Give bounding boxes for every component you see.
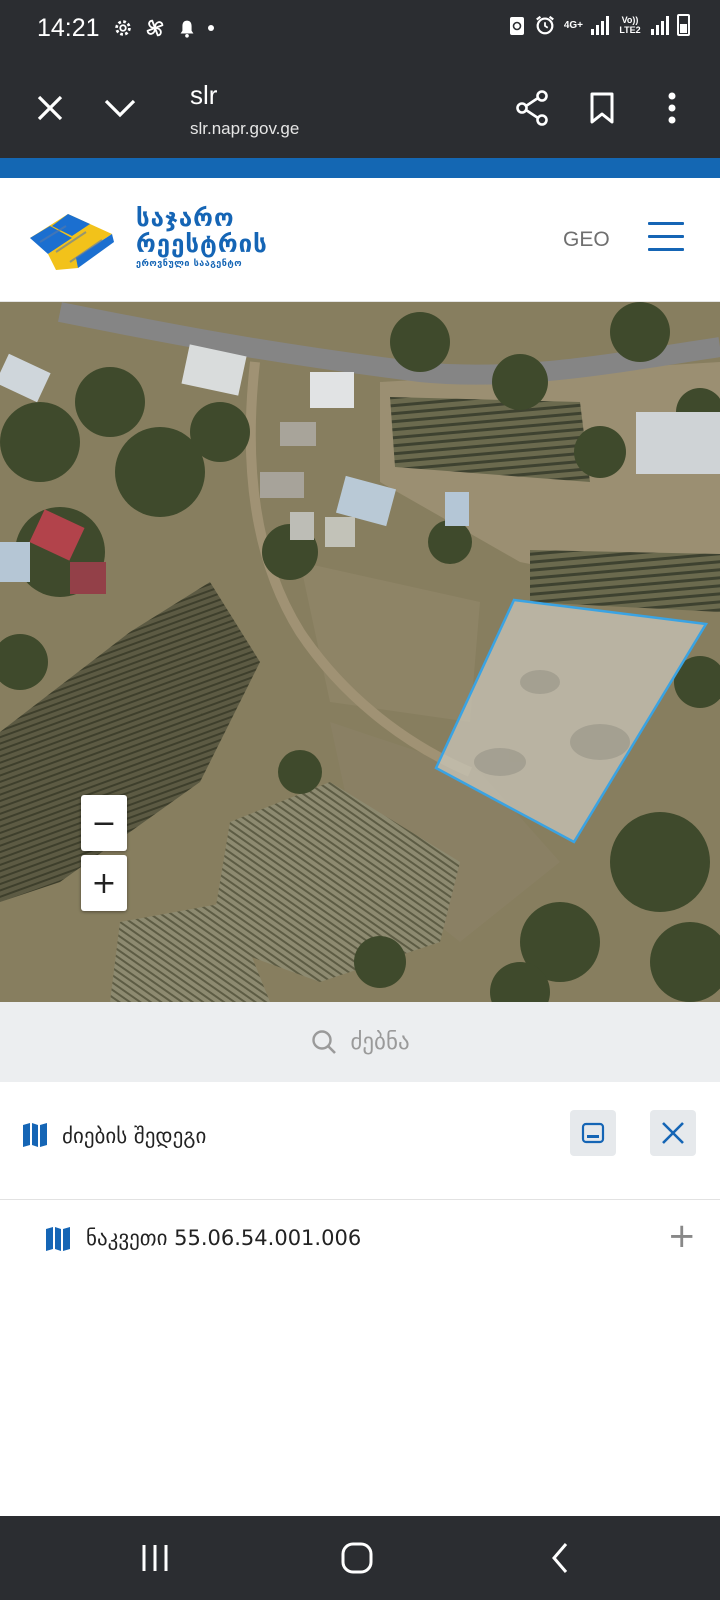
carrier-label: Vo)) LTE2	[619, 15, 641, 35]
map-icon	[46, 1227, 70, 1251]
napr-logo[interactable]	[26, 208, 116, 278]
result-item[interactable]: ნაკვეთი 55.06.54.001.006 +	[8, 1200, 712, 1280]
home-button[interactable]	[332, 1536, 382, 1580]
results-title: ძიების შედეგი	[62, 1124, 207, 1148]
status-system-icons: 4G+ Vo)) LTE2	[508, 14, 690, 36]
recycle-icon	[509, 17, 524, 35]
site-header: საჯარო რეესტრის ეროვნული სააგენტო GEO	[0, 178, 720, 302]
add-result-button[interactable]: +	[668, 1216, 697, 1256]
search-label: ძებნა	[350, 1029, 410, 1055]
close-icon	[37, 95, 63, 121]
logo-text: საჯარო რეესტრის ეროვნული სააგენტო	[136, 206, 268, 269]
bookmark-button[interactable]	[580, 86, 624, 130]
zoom-in-button[interactable]: +	[81, 855, 127, 911]
menu-line-icon	[648, 235, 684, 238]
more-options-button[interactable]	[650, 86, 694, 130]
battery-icon	[677, 14, 690, 36]
close-icon	[662, 1122, 684, 1144]
logo-line-1: საჯარო	[136, 204, 235, 232]
status-notification-icons	[112, 16, 214, 40]
logo-line-3: ეროვნული სააგენტო	[136, 259, 243, 269]
bell-icon	[180, 20, 194, 38]
home-icon	[341, 1542, 373, 1574]
alarm-icon	[535, 15, 554, 35]
recent-apps-icon	[142, 1545, 168, 1571]
network-type: 4G+	[563, 19, 583, 31]
page-title: slr	[190, 80, 218, 110]
more-vert-icon	[668, 92, 676, 124]
language-switch[interactable]: GEO	[563, 228, 610, 252]
page-url[interactable]: slr.napr.gov.ge	[190, 119, 299, 139]
close-button[interactable]	[30, 88, 70, 128]
notification-dot-icon	[208, 25, 214, 31]
close-panel-button[interactable]	[650, 1110, 696, 1156]
share-icon	[516, 90, 548, 126]
back-button[interactable]	[535, 1536, 585, 1580]
collapse-button[interactable]	[98, 88, 142, 128]
settings-icon	[115, 20, 131, 36]
back-icon	[552, 1543, 568, 1573]
minimize-icon	[581, 1122, 605, 1144]
signal-icon	[591, 15, 609, 35]
menu-button[interactable]	[648, 222, 684, 252]
search-icon	[312, 1030, 337, 1054]
pinwheel-icon	[146, 19, 164, 37]
status-bar: 14:21 4G+ Vo)) LTE2	[0, 0, 720, 58]
menu-line-icon	[648, 222, 684, 225]
signal-icon-2	[651, 15, 669, 35]
bookmark-icon	[590, 92, 614, 124]
results-header: ძიების შედეგი	[0, 1082, 720, 1200]
logo-line-2: რეესტრის	[136, 230, 268, 258]
share-button[interactable]	[510, 86, 554, 130]
minimize-panel-button[interactable]	[570, 1110, 616, 1156]
map-icon	[23, 1123, 47, 1147]
chevron-down-icon	[104, 99, 136, 118]
status-time: 14:21	[37, 14, 100, 42]
recent-apps-button[interactable]	[130, 1536, 180, 1580]
zoom-out-button[interactable]: −	[81, 795, 127, 851]
result-item-label: ნაკვეთი 55.06.54.001.006	[86, 1226, 362, 1250]
browser-toolbar: slr slr.napr.gov.ge	[0, 58, 720, 158]
search-bar[interactable]: ძებნა	[0, 1002, 720, 1082]
menu-line-icon	[648, 248, 684, 251]
satellite-map[interactable]: − +	[0, 302, 720, 1002]
site-top-stripe	[0, 158, 720, 178]
search-results-panel: ძიების შედეგი ნაკვეთი 55.06.54.001.006 +	[0, 1082, 720, 1516]
logo-emblem-icon	[30, 214, 114, 270]
system-nav-bar	[0, 1516, 720, 1600]
